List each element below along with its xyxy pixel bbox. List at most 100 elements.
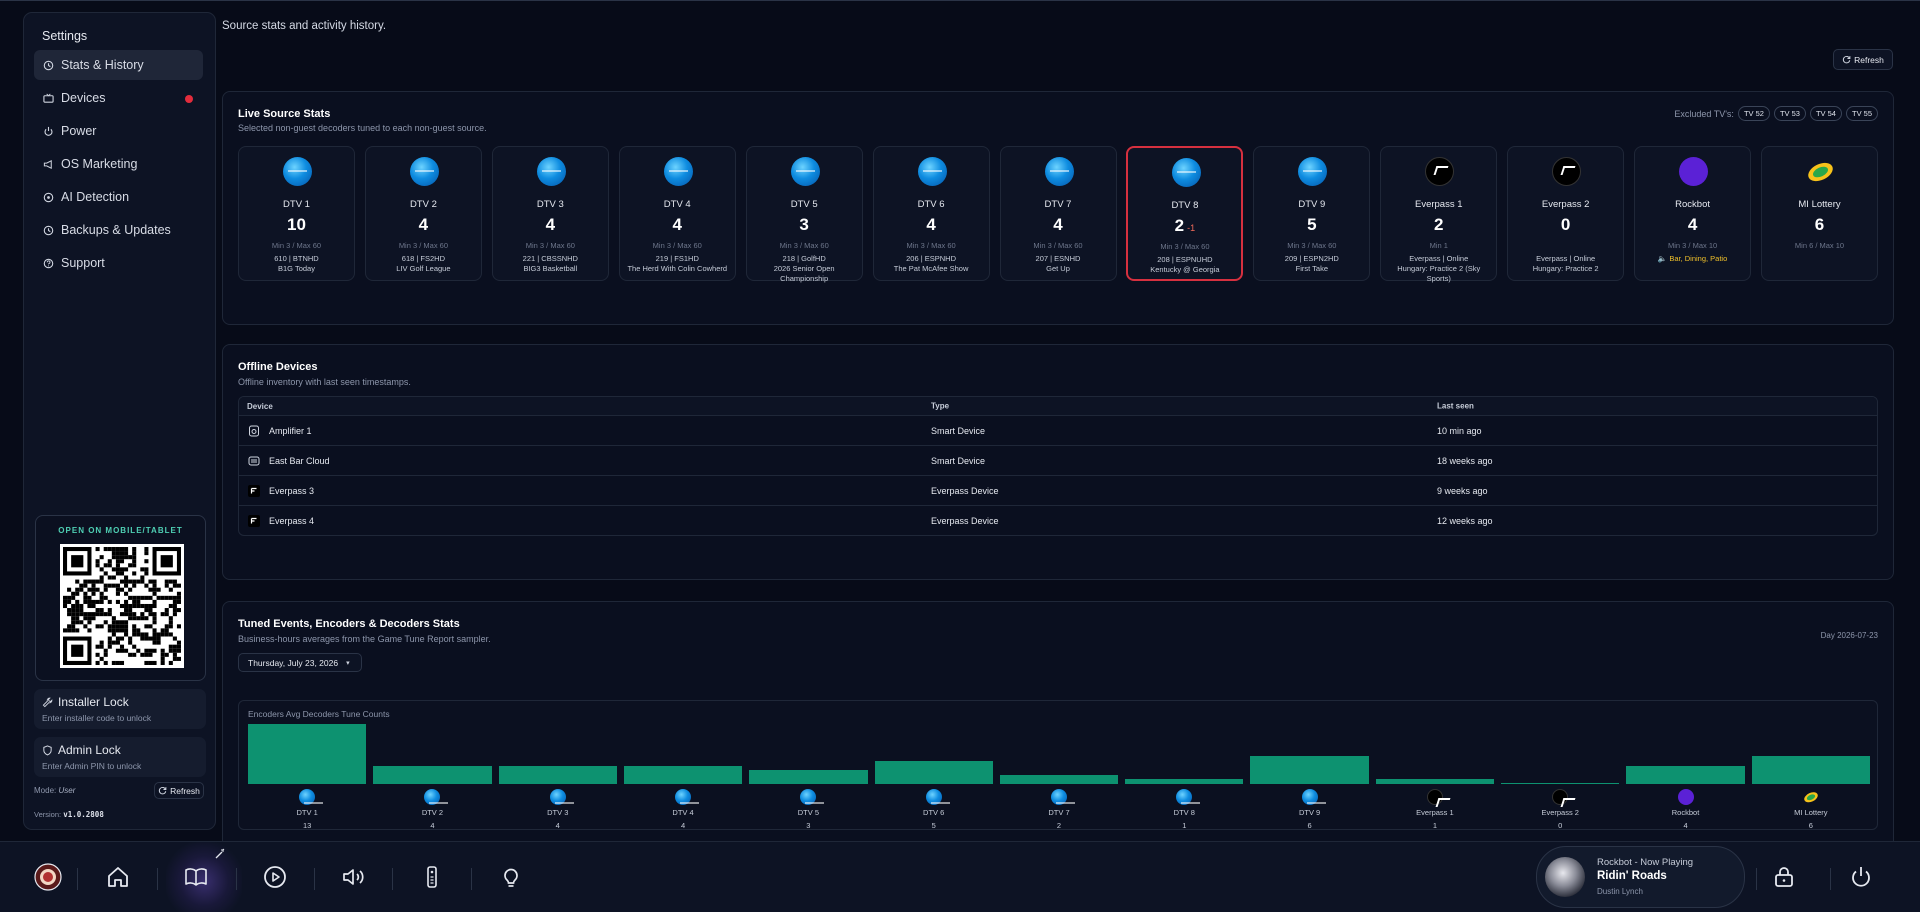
power-icon[interactable] bbox=[1849, 865, 1873, 889]
source-name: DTV 1 bbox=[283, 199, 310, 210]
source-card[interactable]: DTV 9 5 Min 3 / Max 60 209 | ESPN2HD First T… bbox=[1253, 146, 1371, 281]
page-refresh-button[interactable]: Refresh bbox=[1833, 49, 1893, 70]
source-card[interactable]: DTV 8 2 -1 Min 3 / Max 60 208 | ESPNUHD Kentu… bbox=[1126, 146, 1244, 281]
chart-bar[interactable] bbox=[1751, 756, 1870, 784]
cloud-box-icon bbox=[248, 456, 260, 465]
source-count-value: 2 bbox=[1434, 215, 1444, 234]
column-header-last-seen[interactable]: Last seen bbox=[1437, 402, 1474, 411]
source-channel: 610 | BTNHD bbox=[274, 254, 319, 263]
source-minmax: Min 1 bbox=[1429, 241, 1448, 250]
device-type: Smart Device bbox=[931, 425, 986, 436]
source-card[interactable]: DTV 3 4 Min 3 / Max 60 221 | CBSSNHD BIG3 Ba… bbox=[491, 146, 609, 281]
rockbot-logo-icon bbox=[1679, 157, 1709, 186]
sidebar-item-os-marketing[interactable]: OS Marketing bbox=[34, 149, 203, 179]
sidebar-item-ai-detection[interactable]: AI Detection bbox=[34, 182, 203, 212]
chart-bar[interactable] bbox=[749, 770, 868, 784]
device-type: Smart Device bbox=[931, 455, 986, 466]
magic-wand-icon[interactable] bbox=[214, 847, 226, 859]
chart-bar[interactable] bbox=[1375, 779, 1495, 784]
excluded-chip[interactable]: TV 53 bbox=[1773, 106, 1806, 121]
table-row[interactable]: Everpass 4 Everpass Device 12 weeks ago bbox=[239, 506, 1877, 535]
source-card[interactable]: DTV 7 4 Min 3 / Max 60 207 | ESNHD Get Up bbox=[999, 146, 1117, 281]
source-count-value: 2 bbox=[1174, 216, 1185, 235]
excluded-chip[interactable]: TV 54 bbox=[1809, 106, 1842, 121]
att-logo-icon bbox=[1298, 157, 1328, 186]
admin-lock-card[interactable]: Admin Lock Enter Admin PIN to unlock bbox=[34, 737, 206, 777]
sidebar-item-label: AI Detection bbox=[61, 190, 130, 204]
source-details: Everpass | Online Hungary: Practice 2 (Sk… bbox=[1385, 254, 1492, 284]
chart-bar[interactable] bbox=[498, 765, 617, 784]
column-header-type[interactable]: Type bbox=[931, 402, 949, 411]
source-card[interactable]: Everpass 2 0 Everpass | Online Hungary: Pra… bbox=[1507, 146, 1625, 281]
att-logo-icon bbox=[299, 789, 324, 805]
source-card[interactable]: DTV 1 10 Min 3 / Max 60 610 | BTNHD B1G Toda… bbox=[238, 146, 355, 281]
source-channel: 209 | ESPN2HD bbox=[1284, 254, 1339, 263]
play-circle-icon[interactable] bbox=[263, 865, 287, 889]
source-name: DTV 7 bbox=[1044, 199, 1072, 210]
lock-icon[interactable] bbox=[1772, 865, 1796, 889]
chart-bar[interactable] bbox=[623, 765, 743, 784]
day-label: Day 2026-07-23 bbox=[1820, 631, 1878, 640]
home-icon[interactable] bbox=[106, 865, 130, 889]
qr-code[interactable] bbox=[60, 544, 184, 668]
chart-bar[interactable] bbox=[373, 765, 492, 784]
source-program: Hungary: Practice 2 bbox=[1532, 264, 1599, 273]
source-card[interactable]: DTV 6 4 Min 3 / Max 60 206 | ESPNHD The Pat … bbox=[872, 146, 990, 281]
source-card[interactable]: DTV 2 4 Min 3 / Max 60 618 | FS2HD LIV Golf … bbox=[364, 146, 482, 281]
chart-category-label: DTV 9 bbox=[1298, 808, 1321, 817]
now-playing-widget[interactable]: Rockbot - Now Playing Ridin' Roads Dusti… bbox=[1536, 846, 1745, 908]
source-card[interactable]: Rockbot 4 Min 3 / Max 10 🔈 Bar, Dining, Pat… bbox=[1634, 146, 1752, 281]
chart-bar[interactable] bbox=[1501, 782, 1620, 784]
table-row[interactable]: Everpass 3 Everpass Device 9 weeks ago bbox=[239, 476, 1877, 506]
source-card[interactable]: MI Lottery 6 Min 6 / Max 10 bbox=[1761, 146, 1878, 281]
sidebar-item-backups-updates[interactable]: Backups & Updates bbox=[34, 215, 203, 245]
table-header: Device Type Last seen bbox=[239, 397, 1877, 416]
installer-lock-card[interactable]: Installer Lock Enter installer code to u… bbox=[34, 689, 206, 729]
source-count: 4 bbox=[1001, 215, 1116, 235]
chart-bar[interactable] bbox=[1250, 756, 1369, 784]
amplifier-icon bbox=[249, 425, 259, 436]
source-name: Everpass 2 bbox=[1541, 199, 1590, 210]
source-cards: DTV 1 10 Min 3 / Max 60 610 | BTNHD B1G Toda… bbox=[238, 146, 1878, 284]
att-logo-icon bbox=[800, 789, 825, 805]
sidebar-item-stats-history[interactable]: Stats & History bbox=[34, 50, 203, 80]
chart-value-label: 1 bbox=[1432, 821, 1437, 830]
chart-bar[interactable] bbox=[874, 760, 993, 784]
ai-icon bbox=[43, 192, 54, 202]
tuned-subtitle: Business-hours averages from the Game Tu… bbox=[238, 634, 491, 644]
source-card[interactable]: Everpass 1 2 Min 1 Everpass | Online Hungary… bbox=[1380, 146, 1498, 284]
sidebar-item-devices[interactable]: Devices bbox=[34, 83, 203, 113]
device-name: Amplifier 1 bbox=[269, 425, 312, 436]
remote-icon[interactable] bbox=[420, 865, 444, 889]
column-header-device[interactable]: Device bbox=[247, 402, 273, 411]
chart-bar[interactable] bbox=[1125, 779, 1244, 784]
source-count-value: 4 bbox=[1687, 215, 1698, 234]
source-card[interactable]: DTV 5 3 Min 3 / Max 60 218 | GolfHD 2026 Sen… bbox=[745, 146, 863, 283]
source-card[interactable]: DTV 4 4 Min 3 / Max 60 219 | FS1HD The Herd … bbox=[618, 146, 736, 281]
book-icon[interactable] bbox=[184, 865, 208, 889]
table-row[interactable]: East Bar Cloud Smart Device 18 weeks ago bbox=[239, 446, 1877, 476]
device-name: Everpass 4 bbox=[269, 515, 315, 526]
logo-icon[interactable] bbox=[34, 863, 62, 891]
table-row[interactable]: Amplifier 1 Smart Device 10 min ago bbox=[239, 416, 1877, 446]
att-logo-icon bbox=[1301, 789, 1326, 805]
source-name: DTV 9 bbox=[1298, 199, 1326, 210]
mode-label: Mode: bbox=[34, 786, 57, 795]
shield-icon bbox=[43, 744, 52, 755]
sidebar-refresh-button[interactable]: Refresh bbox=[154, 782, 204, 799]
source-program: The Herd With Colin Cowherd bbox=[627, 264, 728, 273]
sidebar-item-power[interactable]: Power bbox=[34, 116, 203, 146]
date-picker[interactable]: Thursday, July 23, 2026 ▾ bbox=[238, 653, 362, 672]
lightbulb-icon[interactable] bbox=[499, 865, 523, 889]
chart-bar[interactable] bbox=[248, 724, 367, 784]
everpass-logo-icon bbox=[1425, 157, 1455, 186]
megaphone-icon bbox=[43, 159, 52, 169]
excluded-chip[interactable]: TV 55 bbox=[1845, 106, 1878, 121]
speaker-icon[interactable] bbox=[341, 865, 365, 889]
excluded-chip[interactable]: TV 52 bbox=[1737, 106, 1770, 121]
chart-bar[interactable] bbox=[999, 774, 1119, 784]
chart-bar[interactable] bbox=[1626, 765, 1745, 784]
offline-subtitle: Offline inventory with last seen timesta… bbox=[238, 377, 411, 387]
sidebar-item-support[interactable]: Support bbox=[34, 248, 203, 278]
source-name: DTV 3 bbox=[536, 199, 564, 210]
